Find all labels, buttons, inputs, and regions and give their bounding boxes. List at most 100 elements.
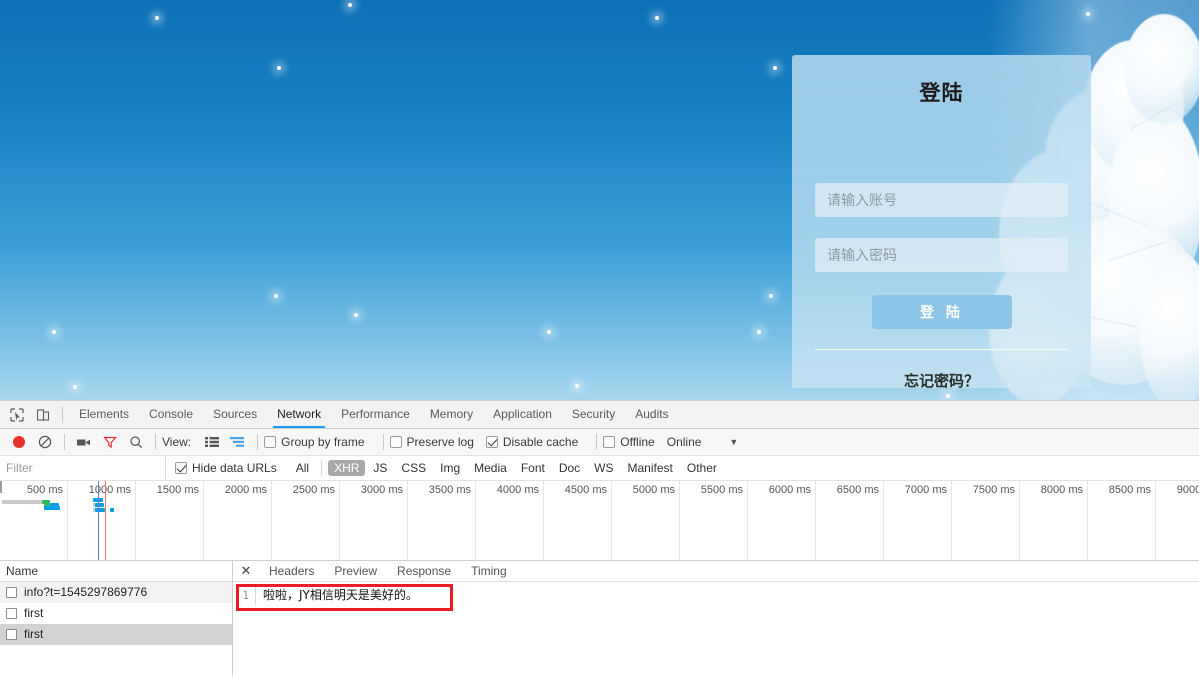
detail-tab-timing[interactable]: Timing bbox=[461, 561, 517, 581]
waterfall-bar bbox=[95, 508, 105, 512]
forgot-password-link[interactable]: 忘记密码？ bbox=[792, 370, 1091, 388]
tab-audits[interactable]: Audits bbox=[625, 401, 678, 428]
network-overview-timeline[interactable]: 500 ms 1000 ms 1500 ms 2000 ms 2500 ms 3… bbox=[0, 481, 1199, 561]
device-toolbar-icon[interactable] bbox=[30, 402, 56, 428]
network-toolbar: View: Group by frame Preserve log Disabl… bbox=[0, 429, 1199, 456]
tab-network[interactable]: Network bbox=[267, 401, 331, 428]
filter-input[interactable] bbox=[0, 456, 166, 480]
inspect-icon[interactable] bbox=[4, 402, 30, 428]
tick-label: 7500 ms bbox=[972, 484, 1015, 496]
timeline-tick: 5500 ms bbox=[680, 481, 748, 560]
login-card: 登陆 登 陆 忘记密码？ bbox=[792, 55, 1091, 388]
detail-tab-strip: ✕ Headers Preview Response Timing bbox=[233, 561, 1199, 582]
detail-tab-preview[interactable]: Preview bbox=[324, 561, 387, 581]
network-bottom-split: Name info?t=1545297869776 first first ✕ bbox=[0, 561, 1199, 676]
line-number: 1 bbox=[242, 589, 249, 602]
timeline-tick: 5000 ms bbox=[612, 481, 680, 560]
table-row[interactable]: first bbox=[0, 624, 232, 645]
timeline-tick: 7000 ms bbox=[884, 481, 952, 560]
tab-sources[interactable]: Sources bbox=[203, 401, 267, 428]
offline-checkbox[interactable]: Offline bbox=[603, 435, 655, 449]
timeline-tick: 2000 ms bbox=[204, 481, 272, 560]
timeline-tick: 3000 ms bbox=[340, 481, 408, 560]
tick-label: 6000 ms bbox=[768, 484, 811, 496]
camera-icon[interactable] bbox=[71, 429, 97, 455]
filter-type-css[interactable]: CSS bbox=[395, 460, 432, 476]
table-row[interactable]: info?t=1545297869776 bbox=[0, 582, 232, 603]
waterfall-bar bbox=[44, 506, 60, 510]
row-checkbox[interactable] bbox=[6, 586, 17, 598]
detail-tab-response[interactable]: Response bbox=[387, 561, 461, 581]
funnel-icon[interactable] bbox=[97, 429, 123, 455]
preserve-log-checkbox[interactable]: Preserve log bbox=[389, 435, 474, 449]
code-line: 1 啦啦，JY相信明天是美好的。 bbox=[233, 586, 1199, 605]
list-view-icon[interactable] bbox=[199, 429, 225, 455]
tick-label: 2500 ms bbox=[292, 484, 335, 496]
row-checkbox[interactable] bbox=[6, 628, 17, 640]
table-row[interactable]: first bbox=[0, 603, 232, 624]
waterfall-bar bbox=[2, 500, 42, 504]
tick-label: 1500 ms bbox=[156, 484, 199, 496]
tab-security[interactable]: Security bbox=[562, 401, 625, 428]
tick-label: 9000 ms bbox=[1176, 484, 1199, 496]
tab-elements[interactable]: Elements bbox=[69, 401, 139, 428]
checkbox-box bbox=[175, 462, 187, 474]
timeline-tick: 8000 ms bbox=[1020, 481, 1088, 560]
filter-type-media[interactable]: Media bbox=[468, 460, 513, 476]
tick-label: 5000 ms bbox=[632, 484, 675, 496]
view-label: View: bbox=[162, 435, 192, 449]
timeline-tick: 2500 ms bbox=[272, 481, 340, 560]
timeline-tick: 9000 ms bbox=[1156, 481, 1199, 560]
tick-label: 3500 ms bbox=[428, 484, 471, 496]
close-icon[interactable]: ✕ bbox=[237, 562, 255, 580]
timeline-tick: 7500 ms bbox=[952, 481, 1020, 560]
login-title: 登陆 bbox=[919, 82, 964, 105]
tab-performance[interactable]: Performance bbox=[331, 401, 420, 428]
password-input[interactable] bbox=[815, 238, 1068, 272]
tick-label: 4000 ms bbox=[496, 484, 539, 496]
request-name: first bbox=[24, 605, 44, 620]
tick-label: 2000 ms bbox=[224, 484, 267, 496]
tick-label: 8000 ms bbox=[1040, 484, 1083, 496]
waterfall-view-icon[interactable] bbox=[225, 429, 251, 455]
search-icon[interactable] bbox=[123, 429, 149, 455]
username-input[interactable] bbox=[815, 183, 1068, 217]
tab-memory[interactable]: Memory bbox=[420, 401, 483, 428]
filter-type-manifest[interactable]: Manifest bbox=[622, 460, 679, 476]
filter-type-font[interactable]: Font bbox=[515, 460, 551, 476]
filter-type-js[interactable]: JS bbox=[367, 460, 393, 476]
group-by-frame-checkbox[interactable]: Group by frame bbox=[264, 435, 365, 449]
login-submit-button[interactable]: 登 陆 bbox=[872, 295, 1012, 329]
detail-tab-headers[interactable]: Headers bbox=[259, 561, 324, 581]
hide-data-urls-checkbox[interactable]: Hide data URLs bbox=[175, 461, 277, 475]
throttling-value[interactable]: Online bbox=[667, 435, 702, 449]
chevron-down-icon[interactable]: ▼ bbox=[729, 437, 738, 447]
filter-type-ws[interactable]: WS bbox=[588, 460, 619, 476]
waterfall-bar bbox=[95, 503, 104, 507]
request-name: info?t=1545297869776 bbox=[24, 584, 148, 599]
request-detail-pane: ✕ Headers Preview Response Timing 1 啦啦，J… bbox=[233, 561, 1199, 676]
record-icon[interactable] bbox=[6, 429, 32, 455]
response-text: 啦啦，JY相信明天是美好的。 bbox=[255, 586, 418, 605]
tick-label: 500 ms bbox=[26, 484, 63, 496]
toolbar-separator bbox=[62, 406, 63, 423]
devtools-panel: Elements Console Sources Network Perform… bbox=[0, 400, 1199, 677]
row-checkbox[interactable] bbox=[6, 607, 17, 619]
disable-cache-checkbox[interactable]: Disable cache bbox=[485, 435, 579, 449]
filter-type-xhr[interactable]: XHR bbox=[328, 460, 366, 476]
disable-cache-label: Disable cache bbox=[502, 435, 579, 449]
filter-type-doc[interactable]: Doc bbox=[553, 460, 586, 476]
checkbox-box bbox=[485, 436, 498, 448]
timeline-tick: 6500 ms bbox=[816, 481, 884, 560]
filter-type-img[interactable]: Img bbox=[434, 460, 466, 476]
tab-application[interactable]: Application bbox=[483, 401, 562, 428]
dom-content-loaded-marker bbox=[98, 481, 99, 560]
filter-type-other[interactable]: Other bbox=[681, 460, 723, 476]
tab-console[interactable]: Console bbox=[139, 401, 203, 428]
tick-label: 1000 ms bbox=[88, 484, 131, 496]
request-list-header[interactable]: Name bbox=[0, 561, 232, 582]
filter-type-all[interactable]: All bbox=[290, 460, 315, 476]
timeline-tick: 4000 ms bbox=[476, 481, 544, 560]
clear-icon[interactable] bbox=[32, 429, 58, 455]
hide-data-urls-label: Hide data URLs bbox=[192, 461, 277, 475]
